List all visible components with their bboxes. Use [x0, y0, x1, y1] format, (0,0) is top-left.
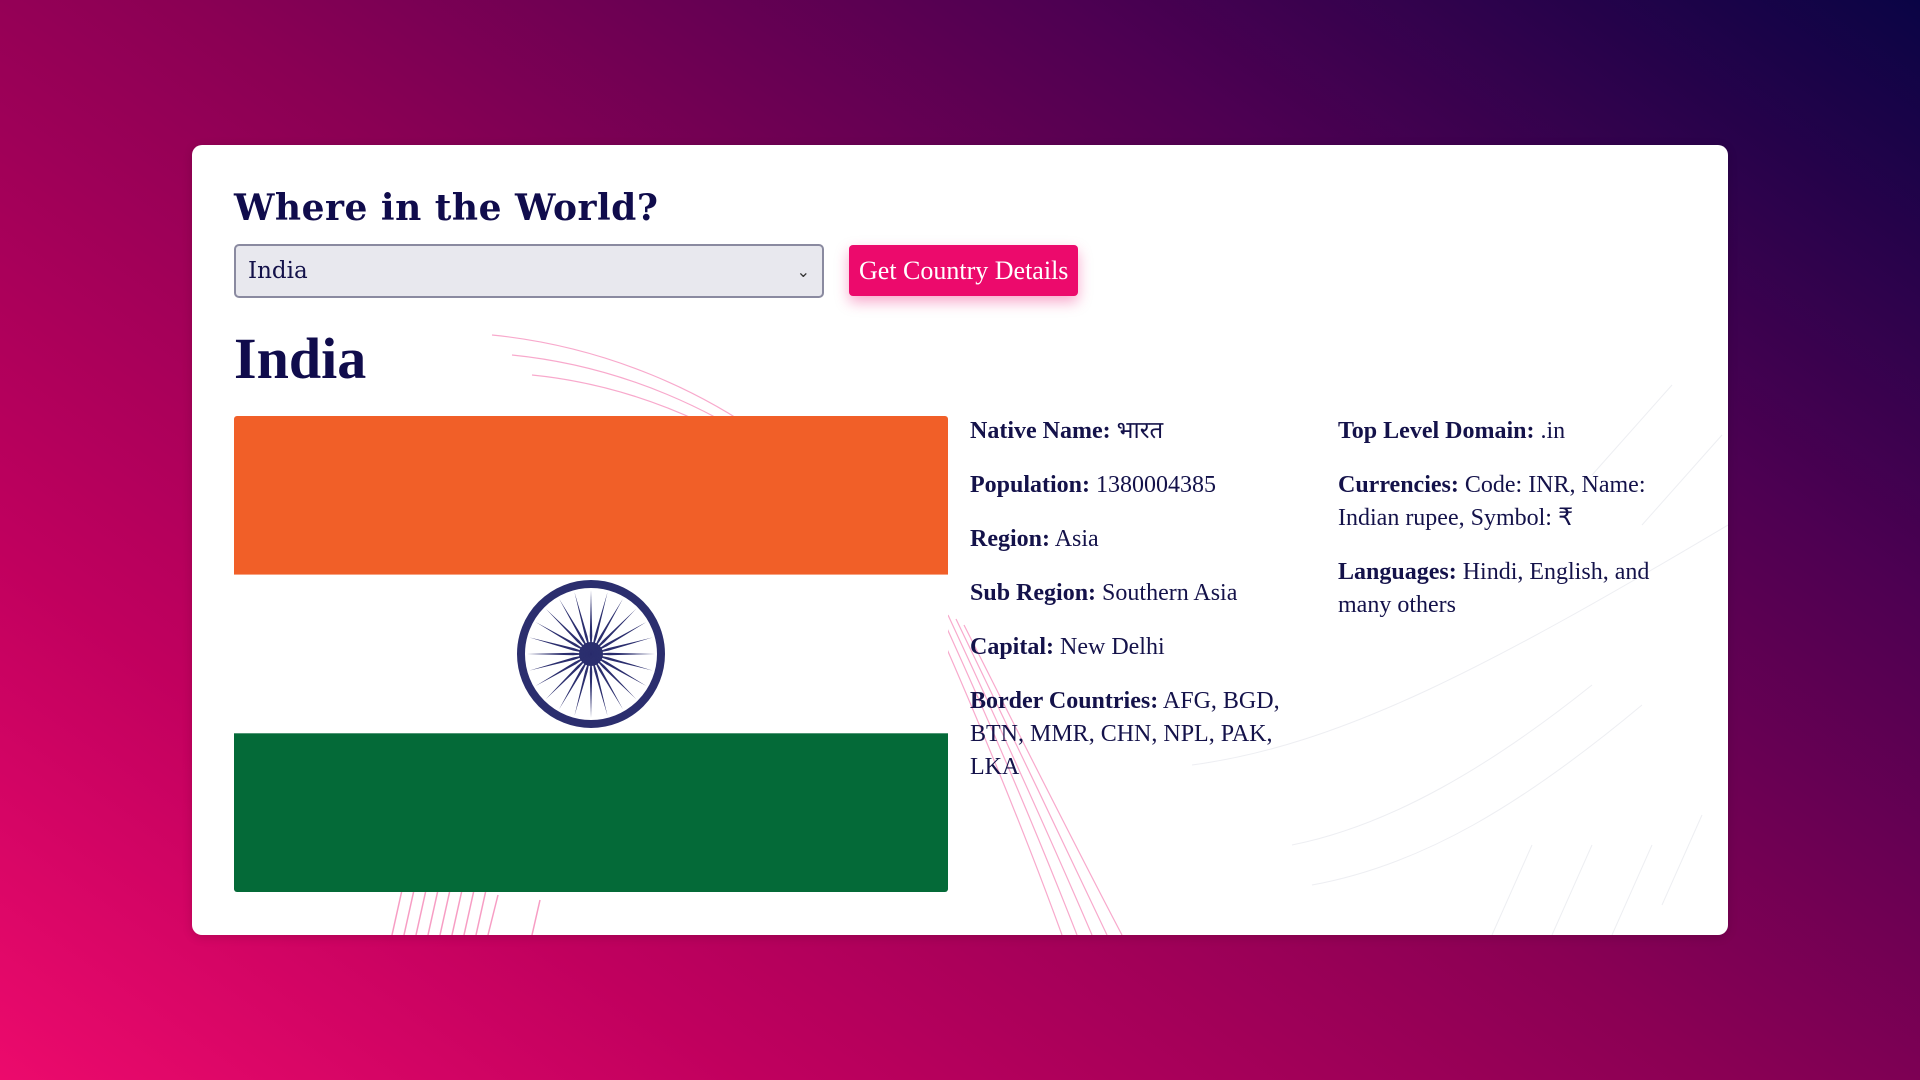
chevron-down-icon: ⌄: [796, 261, 810, 281]
capital-row: Capital: New Delhi: [970, 634, 1165, 660]
border-countries-row: Border Countries: AFG, BGD, BTN, MMR, CH…: [970, 688, 1280, 780]
region-row: Region: Asia: [970, 526, 1099, 552]
top-level-domain-row: Top Level Domain: .in: [1338, 418, 1566, 444]
native-name-row: Native Name: भारत: [970, 418, 1164, 444]
app-title: Where in the World?: [234, 187, 659, 229]
selected-country-value: India: [248, 258, 308, 284]
country-card: Where in the World? India ⌄ Get Country …: [192, 145, 1728, 935]
currencies-row: Currencies: Code: INR, Name: Indian rupe…: [1338, 472, 1646, 531]
country-flag-image: [234, 416, 948, 892]
details-column-left: Native Name: भारत Population: 1380004385…: [970, 415, 1310, 805]
details-column-right: Top Level Domain: .in Currencies: Code: …: [1338, 415, 1678, 643]
country-name: India: [234, 326, 367, 391]
sub-region-row: Sub Region: Southern Asia: [970, 580, 1238, 606]
get-country-details-button[interactable]: Get Country Details: [849, 245, 1079, 296]
country-select[interactable]: India ⌄: [234, 244, 824, 298]
population-row: Population: 1380004385: [970, 472, 1217, 498]
languages-row: Languages: Hindi, English, and many othe…: [1338, 559, 1650, 618]
